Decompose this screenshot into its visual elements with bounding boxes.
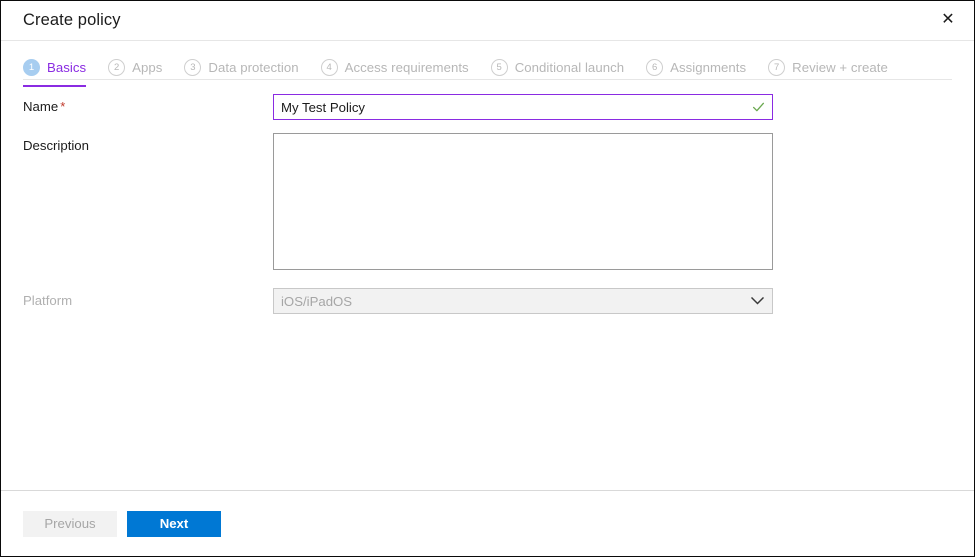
previous-button[interactable]: Previous	[23, 510, 117, 537]
description-label: Description	[23, 138, 89, 153]
wizard-tabs: 1 Basics 2 Apps 3 Data protection 4 Acce…	[23, 41, 952, 87]
platform-selected-value: iOS/iPadOS	[281, 293, 353, 309]
tab-basics[interactable]: 1 Basics	[23, 55, 87, 87]
form-row-name: Name *	[23, 94, 952, 120]
tab-label: Conditional launch	[514, 59, 625, 75]
platform-select[interactable]: iOS/iPadOS	[273, 288, 773, 314]
close-glyph: ✕	[941, 11, 955, 28]
description-textarea[interactable]	[273, 133, 773, 270]
tab-label: Basics	[47, 59, 87, 75]
form-row-platform: Platform iOS/iPadOS	[23, 288, 952, 314]
tab-label: Assignments	[670, 59, 747, 75]
tab-label: Access requirements	[344, 59, 469, 75]
tab-step-number: 6	[646, 58, 664, 76]
dialog-footer: Previous Next	[1, 490, 974, 556]
tab-step-number: 5	[490, 58, 508, 76]
tab-data-protection[interactable]: 3 Data protection	[184, 55, 299, 86]
tab-step-number: 1	[23, 58, 40, 76]
tab-step-number: 2	[108, 58, 126, 76]
basics-form: Name* Description Platform	[1, 80, 974, 314]
name-label-text: Name	[23, 99, 59, 114]
tab-conditional-launch[interactable]: 5 Conditional launch	[490, 55, 625, 86]
tab-label: Review + create	[792, 59, 888, 75]
tab-active-underline	[23, 85, 87, 87]
tab-step-number: 7	[768, 58, 786, 76]
close-icon[interactable]: ✕	[928, 1, 968, 39]
page-title: Create policy	[23, 11, 121, 29]
tab-step-number: 3	[184, 58, 202, 76]
create-policy-dialog: Create policy ✕ 1 Basics 2 Apps 3 Data p…	[0, 0, 975, 557]
dialog-titlebar: Create policy ✕	[1, 1, 974, 41]
name-input[interactable]	[273, 94, 773, 120]
tab-review-create[interactable]: 7 Review + create	[768, 55, 888, 86]
required-marker: *	[60, 99, 66, 114]
platform-label: Platform	[23, 293, 73, 308]
description-field-wrapper	[273, 133, 773, 275]
tab-step-number: 4	[320, 58, 338, 76]
tab-label: Data protection	[208, 59, 299, 75]
form-row-description: Description	[23, 133, 952, 275]
tab-assignments[interactable]: 6 Assignments	[646, 55, 746, 86]
tab-apps[interactable]: 2 Apps	[108, 55, 162, 86]
next-button[interactable]: Next	[127, 510, 221, 537]
platform-field-wrapper: iOS/iPadOS	[273, 288, 773, 314]
name-field-wrapper	[273, 94, 773, 120]
tab-label: Apps	[132, 59, 163, 75]
tab-access-requirements[interactable]: 4 Access requirements	[320, 55, 469, 86]
name-label: Name *	[23, 94, 273, 115]
